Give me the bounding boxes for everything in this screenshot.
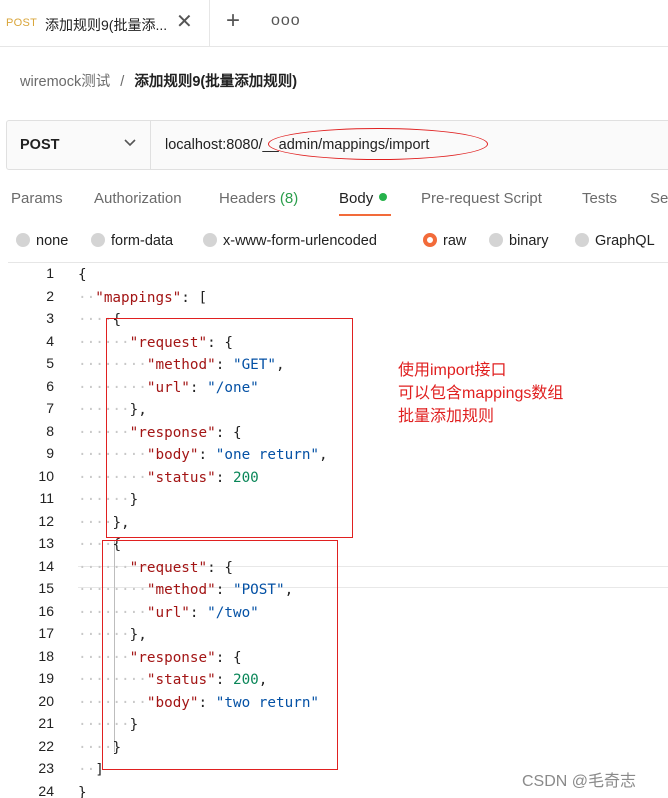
body-active-dot — [379, 193, 387, 201]
annotation-line-3: 批量添加规则 — [398, 405, 563, 428]
code-token: ·· — [78, 290, 95, 306]
radio-label: binary — [509, 233, 549, 249]
method-select[interactable]: POST — [7, 121, 151, 169]
radio-label: GraphQL — [595, 233, 655, 249]
tab-headers-count: (8) — [280, 190, 298, 207]
code-line: ··"mappings": [ — [78, 288, 207, 308]
radio-binary[interactable]: binary — [489, 233, 549, 249]
line-number: 3 — [8, 310, 54, 326]
line-number: 15 — [8, 580, 54, 596]
code-token: ·· — [78, 762, 95, 778]
line-number: 14 — [8, 558, 54, 574]
request-tab-title: 添加规则9(批量添... — [45, 15, 167, 35]
radio-form-data[interactable]: form-data — [91, 233, 173, 249]
breadcrumb-separator: / — [120, 74, 124, 90]
breadcrumb-collection[interactable]: wiremock测试 — [20, 74, 110, 90]
radio-circle — [575, 233, 589, 247]
tab-headers-label: Headers — [219, 190, 276, 207]
line-number: 4 — [8, 333, 54, 349]
line-number: 13 — [8, 535, 54, 551]
code-token: { — [78, 267, 87, 283]
close-icon[interactable]: ✕ — [176, 13, 193, 31]
radio-x-www-form-urlencoded[interactable]: x-www-form-urlencoded — [203, 233, 377, 249]
radio-circle — [489, 233, 503, 247]
tab-headers[interactable]: Headers (8) — [219, 190, 298, 207]
tab-settings[interactable]: Se — [650, 190, 668, 207]
watermark: CSDN @毛奇志 — [522, 767, 636, 791]
line-number: 23 — [8, 760, 54, 776]
chevron-down-icon — [123, 135, 137, 149]
line-number: 6 — [8, 378, 54, 394]
radio-raw[interactable]: raw — [423, 233, 466, 249]
request-tabs: Params Authorization Headers (8) Body Pr… — [0, 188, 668, 220]
plus-icon[interactable]: + — [226, 9, 240, 33]
code-line: { — [78, 265, 87, 285]
method-value: POST — [20, 137, 59, 153]
line-number: 21 — [8, 715, 54, 731]
line-number: 11 — [8, 490, 54, 506]
radio-label: raw — [443, 233, 466, 249]
code-token: : [ — [181, 290, 207, 306]
code-token: "mappings" — [95, 290, 181, 306]
annotation-line-1: 使用import接口 — [398, 359, 563, 382]
line-number: 2 — [8, 288, 54, 304]
more-icon[interactable]: ooo — [271, 12, 301, 30]
line-number: 5 — [8, 355, 54, 371]
tab-pre-request-script[interactable]: Pre-request Script — [421, 190, 542, 207]
radio-label: x-www-form-urlencoded — [223, 233, 377, 249]
line-number: 9 — [8, 445, 54, 461]
line-number: 12 — [8, 513, 54, 529]
url-highlight-ellipse — [268, 128, 488, 160]
radio-label: none — [36, 233, 68, 249]
line-number: 1 — [8, 265, 54, 281]
line-number: 17 — [8, 625, 54, 641]
request-tab[interactable]: POST 添加规则9(批量添... ✕ — [0, 0, 210, 46]
annotation-note: 使用import接口 可以包含mappings数组 批量添加规则 — [398, 359, 563, 428]
code-line: ··] — [78, 760, 104, 780]
radio-circle — [423, 233, 437, 247]
radio-circle — [91, 233, 105, 247]
line-number: 24 — [8, 783, 54, 798]
annotation-line-2: 可以包含mappings数组 — [398, 382, 563, 405]
request-tab-method: POST — [6, 17, 37, 29]
body-type-radios: none form-data x-www-form-urlencoded raw… — [0, 233, 668, 257]
line-number: 16 — [8, 603, 54, 619]
tab-strip: POST 添加规则9(批量添... ✕ + ooo — [0, 0, 668, 47]
code-line: } — [78, 783, 87, 798]
line-number: 18 — [8, 648, 54, 664]
breadcrumb: wiremock测试 / 添加规则9(批量添加规则) — [20, 70, 297, 91]
tab-tests[interactable]: Tests — [582, 190, 617, 207]
tab-params[interactable]: Params — [11, 190, 63, 207]
tab-body[interactable]: Body — [339, 190, 387, 207]
radio-circle — [203, 233, 217, 247]
line-number: 20 — [8, 693, 54, 709]
line-number: 19 — [8, 670, 54, 686]
breadcrumb-request[interactable]: 添加规则9(批量添加规则) — [134, 74, 297, 90]
radio-graphql[interactable]: GraphQL — [575, 233, 655, 249]
tab-authorization[interactable]: Authorization — [94, 190, 182, 207]
radio-label: form-data — [111, 233, 173, 249]
line-number: 22 — [8, 738, 54, 754]
radio-circle — [16, 233, 30, 247]
line-number: 10 — [8, 468, 54, 484]
active-tab-underline — [339, 214, 391, 216]
tab-body-label: Body — [339, 190, 373, 207]
line-number: 8 — [8, 423, 54, 439]
code-token: } — [78, 785, 87, 798]
radio-none[interactable]: none — [16, 233, 68, 249]
annotation-box-second-mapping — [102, 540, 338, 770]
line-number: 7 — [8, 400, 54, 416]
annotation-box-first-mapping — [106, 318, 353, 538]
